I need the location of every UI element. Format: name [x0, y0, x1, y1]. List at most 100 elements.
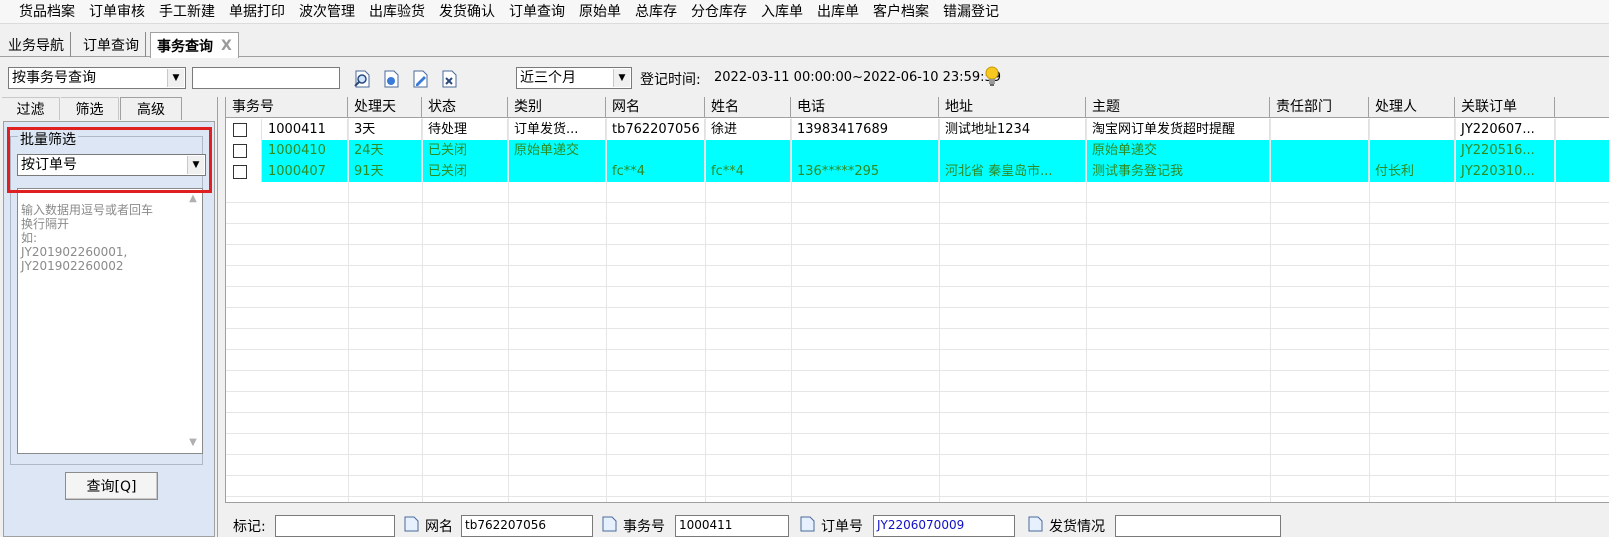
- col-header-subject[interactable]: 主题: [1086, 97, 1270, 118]
- txn-value: 1000411: [679, 518, 733, 532]
- grid-line: [1270, 118, 1271, 502]
- tab-business-nav[interactable]: 业务导航: [2, 32, 71, 57]
- query-button[interactable]: 查询[Q]: [65, 472, 158, 500]
- query-button-label: 查询[Q]: [86, 479, 137, 495]
- search-mode-select[interactable]: 按事务号查询 ▼: [8, 67, 186, 89]
- grid-line: [508, 118, 509, 502]
- menu-item-total-stock[interactable]: 总库存: [628, 2, 684, 22]
- grid-line: [348, 118, 349, 502]
- grid-line: [606, 118, 607, 502]
- cell-days: 91天: [348, 161, 422, 182]
- doc-icon: [1028, 516, 1043, 532]
- lightbulb-icon[interactable]: [985, 66, 999, 88]
- mark-select[interactable]: [275, 515, 395, 537]
- cell-phone: 136*****295: [791, 161, 939, 182]
- col-header-handler[interactable]: 处理人: [1369, 97, 1455, 118]
- menu-item-wave[interactable]: 波次管理: [292, 2, 362, 22]
- menu-item-outbound[interactable]: 出库单: [810, 2, 866, 22]
- batch-input[interactable]: 输入数据用逗号或者回车 换行隔开 如: JY201902260001, JY20…: [17, 188, 203, 454]
- col-header-related-order[interactable]: 关联订单: [1455, 97, 1555, 118]
- txn-field[interactable]: 1000411: [675, 515, 789, 537]
- col-header-phone[interactable]: 电话: [791, 97, 939, 118]
- table-row[interactable]: 1000411 3天 待处理 订单发货... tb762207056 徐进 13…: [226, 119, 1609, 140]
- col-header-dept[interactable]: 责任部门: [1270, 97, 1369, 118]
- tab-label: 业务导航: [8, 37, 64, 54]
- add-icon[interactable]: [382, 70, 402, 88]
- menu-item-errors[interactable]: 错漏登记: [936, 2, 1006, 22]
- grid-line: [791, 118, 792, 502]
- cell-dept: [1270, 161, 1369, 182]
- empty-row: [226, 308, 1609, 329]
- col-header-status[interactable]: 状态: [422, 97, 508, 118]
- col-header-txn-no[interactable]: 事务号: [226, 97, 348, 118]
- nick-label: 网名: [425, 519, 453, 535]
- chevron-down-icon[interactable]: ▼: [185, 436, 201, 450]
- tab-txn-query[interactable]: 事务查询 X: [150, 32, 239, 58]
- col-header-category[interactable]: 类别: [508, 97, 606, 118]
- row-checkbox[interactable]: [233, 165, 247, 179]
- menu-item-manual-new[interactable]: 手工新建: [152, 2, 222, 22]
- cell-dept: [1270, 140, 1369, 161]
- chevron-down-icon[interactable]: ▼: [613, 69, 630, 87]
- table-row[interactable]: 1000410 24天 已关闭 原始单递交 原始单递交 JY220516...: [226, 140, 1609, 161]
- table-row[interactable]: 1000407 91天 已关闭 fc**4 fc**4 136*****295 …: [226, 161, 1609, 182]
- tab-strip: 业务导航 订单查询 事务查询 X: [0, 30, 1609, 58]
- cell-category: 原始单递交: [508, 140, 606, 161]
- tab-order-query[interactable]: 订单查询: [77, 32, 146, 57]
- left-tab-label: 筛选: [75, 102, 104, 118]
- menu-item-goods[interactable]: 货品档案: [12, 2, 82, 22]
- row-checkbox[interactable]: [233, 123, 247, 137]
- grid-line: [1369, 118, 1370, 502]
- search-mode-value: 按事务号查询: [12, 70, 96, 86]
- col-header-days[interactable]: 处理天: [348, 97, 422, 118]
- menu-bar: 货品档案 订单审核 手工新建 单据打印 波次管理 出库验货 发货确认 订单查询 …: [0, 0, 1609, 24]
- empty-row: [226, 476, 1609, 497]
- empty-row: [226, 392, 1609, 413]
- tab-filter[interactable]: 过滤: [2, 97, 60, 120]
- highlight-box: [7, 127, 212, 193]
- col-header-nick[interactable]: 网名: [606, 97, 705, 118]
- menu-item-warehouse-stock[interactable]: 分仓库存: [684, 2, 754, 22]
- cell-handler: 付长利: [1369, 161, 1455, 182]
- empty-row: [226, 371, 1609, 392]
- col-header-address[interactable]: 地址: [939, 97, 1086, 118]
- menu-item-original[interactable]: 原始单: [572, 2, 628, 22]
- menu-item-customers[interactable]: 客户档案: [866, 2, 936, 22]
- edit-icon[interactable]: [411, 70, 431, 88]
- search-icon[interactable]: [353, 70, 373, 88]
- row-checkbox[interactable]: [233, 144, 247, 158]
- search-input[interactable]: [192, 67, 340, 89]
- delete-icon[interactable]: [440, 70, 460, 88]
- cell-days: 24天: [348, 140, 422, 161]
- row-checkbox-cell: [226, 140, 262, 161]
- menu-item-order-query[interactable]: 订单查询: [502, 2, 572, 22]
- scrollbar[interactable]: ▲ ▼: [185, 190, 201, 452]
- empty-row: [226, 287, 1609, 308]
- cell-handler: [1369, 119, 1455, 140]
- nick-field[interactable]: tb762207056: [461, 515, 593, 537]
- ship-field[interactable]: [1115, 515, 1281, 537]
- cell-txn-no: 1000411: [262, 119, 348, 140]
- row-checkbox-cell: [226, 119, 262, 140]
- cell-status: 待处理: [422, 119, 508, 140]
- period-select[interactable]: 近三个月 ▼: [516, 67, 632, 89]
- tab-screen[interactable]: 筛选: [61, 97, 119, 120]
- tab-advanced[interactable]: 高级: [120, 97, 182, 120]
- mark-label: 标记:: [233, 519, 266, 535]
- chevron-up-icon[interactable]: ▲: [185, 192, 201, 206]
- menu-item-outbound-check[interactable]: 出库验货: [362, 2, 432, 22]
- col-header-name[interactable]: 姓名: [705, 97, 791, 118]
- close-icon[interactable]: X: [221, 38, 232, 54]
- order-field[interactable]: JY2206070009: [873, 515, 1015, 537]
- menu-item-order-review[interactable]: 订单审核: [82, 2, 152, 22]
- cell-address: [939, 140, 1086, 161]
- empty-row: [226, 224, 1609, 245]
- menu-item-inbound[interactable]: 入库单: [754, 2, 810, 22]
- cell-subject: 测试事务登记我: [1086, 161, 1270, 182]
- cell-dept: [1270, 119, 1369, 140]
- left-tab-label: 高级: [137, 102, 165, 118]
- chevron-down-icon[interactable]: ▼: [167, 69, 184, 87]
- menu-item-ship-confirm[interactable]: 发货确认: [432, 2, 502, 22]
- menu-item-print[interactable]: 单据打印: [222, 2, 292, 22]
- detail-bar: 标记: 网名 tb762207056 事务号 1000411 订单号 JY220…: [225, 502, 1609, 537]
